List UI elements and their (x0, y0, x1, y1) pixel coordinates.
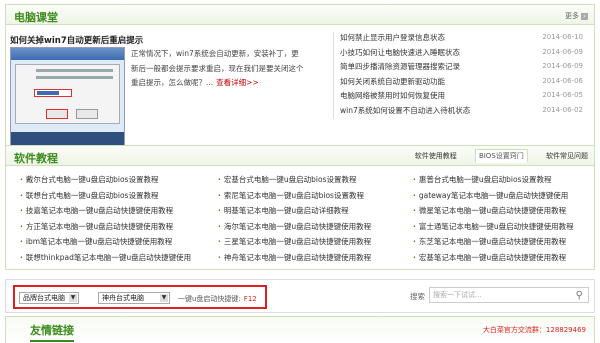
news-date: 2014-06-09 (542, 62, 583, 70)
software-link[interactable]: 联想thinkpad笔记本电脑一键u盘启动快捷键使用 (20, 252, 215, 268)
software-link[interactable]: 方正笔记本电脑一键u盘启动快捷键使用教程 (20, 221, 215, 237)
news-title[interactable]: win7系统如何设置不自动进入待机状态 (340, 106, 470, 115)
run-dialog (15, 64, 120, 124)
software-link[interactable]: 海尔笔记本电脑一键u盘启动快捷键使用教程 (218, 221, 413, 237)
article-thumbnail[interactable] (10, 47, 125, 147)
cancel-button-image (76, 109, 98, 119)
software-link[interactable]: 富士通笔记本电脑一键u盘启动快捷键使用教程 (413, 221, 600, 237)
more-arrow-icon: › (581, 13, 588, 20)
search-label: 搜索 (410, 292, 425, 301)
software-list-col1: 戴尔台式电脑一键u盘启动bios设置教程联想台式电脑一键u盘启动bios设置教程… (20, 174, 215, 267)
news-date: 2014-06-05 (542, 91, 583, 99)
software-title: 软件教程 (14, 152, 58, 165)
tab-software-usage[interactable]: 软件使用教程 (415, 152, 457, 160)
software-list-col2: 宏基台式电脑一键u盘启动bios设置教程索尼笔记本电脑一键u盘启动bios设置教… (218, 174, 413, 267)
model-select[interactable]: 神舟台式电脑 ▼ (98, 292, 170, 304)
news-title[interactable]: 如何关闭系统自动更新驱动功能 (340, 77, 445, 86)
links-title: 友情链接 (30, 322, 74, 342)
more-link[interactable]: 更多 › (565, 11, 588, 21)
news-item[interactable]: 电脑网络被禁用时如何恢复使用 2014-06-05 (333, 90, 583, 105)
news-item[interactable]: win7系统如何设置不自动进入待机状态 2014-06-02 (333, 104, 583, 119)
news-item[interactable]: 如何禁止显示用户登录信息状态 2014-06-10 (333, 32, 583, 47)
window-titlebar (11, 48, 124, 60)
news-item[interactable]: 简单四步播清除资源管理器搜索记录 2014-06-09 (333, 61, 583, 76)
software-tabs: 软件使用教程 BIOS设置窍门 软件常见问题 (399, 149, 588, 163)
chevron-down-icon: ▼ (69, 294, 77, 302)
brand-select[interactable]: 品牌台式电脑 ▼ (19, 292, 79, 304)
search-icon[interactable]: ⚲ (576, 289, 583, 303)
news-item[interactable]: 小技巧如何让电脑快速进入睡眠状态 2014-06-09 (333, 46, 583, 61)
more-label[interactable]: 更多 (565, 12, 579, 20)
software-link[interactable]: 惠普台式电脑一键u盘启动bios设置教程 (413, 174, 600, 190)
news-date: 2014-06-09 (542, 47, 583, 56)
news-item[interactable]: 如何关闭系统自动更新驱动功能 2014-06-06 (333, 75, 583, 90)
hotkey-label: 一键u盘启动快捷键: (178, 295, 241, 303)
news-list: 如何禁止显示用户登录信息状态 2014-06-10 小技巧如何让电脑快速进入睡眠状态… (333, 32, 583, 119)
hotkey-lookup-box: 品牌台式电脑 ▼ 神舟台式电脑 ▼ 一键u盘启动快捷键: F12 (13, 285, 267, 309)
software-header: 软件教程 软件使用教程 BIOS设置窍门 软件常见问题 (6, 146, 594, 166)
hotkey-value: F12 (243, 295, 257, 303)
software-link[interactable]: 宏基台式电脑一键u盘启动bios设置教程 (218, 174, 413, 190)
software-panel: 软件教程 软件使用教程 BIOS设置窍门 软件常见问题 戴尔台式电脑一键u盘启动… (5, 145, 595, 270)
hotkey-result: 一键u盘启动快捷键: F12 (178, 294, 257, 304)
software-link[interactable]: gateway笔记本电脑一键u盘启动快捷键使用 (413, 190, 600, 206)
software-link[interactable]: 技嘉笔记本电脑一键u盘启动快捷键使用教程 (20, 205, 215, 221)
chevron-down-icon: ▼ (160, 294, 168, 302)
software-link[interactable]: 宏基笔记本电脑一键u盘启动快捷键使用教程 (413, 252, 600, 268)
software-link[interactable]: 戴尔台式电脑一键u盘启动bios设置教程 (20, 174, 215, 190)
news-date: 2014-06-10 (542, 33, 583, 41)
software-list-col3: 惠普台式电脑一键u盘启动bios设置教程gateway笔记本电脑一键u盘启动快捷… (413, 174, 600, 267)
news-date: 2014-06-02 (542, 105, 583, 114)
qq-group: 大白菜官方交流群：128829469 (482, 326, 586, 334)
search-placeholder: 搜索一下试试... (433, 291, 482, 299)
article-title[interactable]: 如何关掉win7自动更新后重启提示 (10, 34, 143, 46)
software-link[interactable]: 东芝笔记本电脑一键u盘启动快捷键使用教程 (413, 236, 600, 252)
software-link[interactable]: ibm笔记本电脑一键u盘启动快捷键使用教程 (20, 236, 215, 252)
tab-bios-tips[interactable]: BIOS设置窍门 (474, 149, 528, 163)
highlighted-ok-button (46, 109, 68, 119)
tab-software-faq[interactable]: 软件常见问题 (546, 152, 588, 160)
software-link[interactable]: 神舟笔记本电脑一键u盘启动快捷键使用教程 (218, 252, 413, 268)
highlighted-input (34, 89, 72, 97)
news-title[interactable]: 如何禁止显示用户登录信息状态 (340, 33, 445, 42)
news-date: 2014-06-06 (542, 76, 583, 85)
search-input[interactable]: 搜索一下试试... ⚲ (429, 287, 589, 303)
model-select-value: 神舟台式电脑 (102, 294, 144, 302)
software-link[interactable]: 索尼笔记本电脑一键u盘启动bios设置教程 (218, 190, 413, 206)
software-link[interactable]: 三星笔记本电脑一键u盘启动快捷键使用教程 (218, 236, 413, 252)
software-link[interactable]: 联想台式电脑一键u盘启动bios设置教程 (20, 190, 215, 206)
taskbar (11, 132, 124, 146)
software-link[interactable]: 明基笔记本电脑一键u盘启动详细教程 (218, 205, 413, 221)
software-link[interactable]: 微星笔记本电脑一键u盘启动快捷键使用教程 (413, 205, 600, 221)
pc-class-header: 电脑课堂 更多 › (6, 5, 594, 25)
links-panel: 友情链接 大白菜官方交流群：128829469 (5, 316, 595, 343)
brand-select-value: 品牌台式电脑 (23, 294, 65, 302)
pc-class-title: 电脑课堂 (14, 11, 58, 24)
article-summary: 正常情况下，win7系统会自动更新，安装补丁，更新后一般都会提示要求重启，现在我… (131, 47, 306, 91)
detail-link[interactable]: 查看详细>> (216, 78, 259, 87)
news-title[interactable]: 简单四步播清除资源管理器搜索记录 (340, 62, 460, 71)
news-title[interactable]: 电脑网络被禁用时如何恢复使用 (340, 91, 445, 100)
news-title[interactable]: 小技巧如何让电脑快速进入睡眠状态 (340, 48, 460, 57)
hotkey-search-bar: 品牌台式电脑 ▼ 神舟台式电脑 ▼ 一键u盘启动快捷键: F12 搜索 搜索一下试试.… (5, 279, 595, 313)
